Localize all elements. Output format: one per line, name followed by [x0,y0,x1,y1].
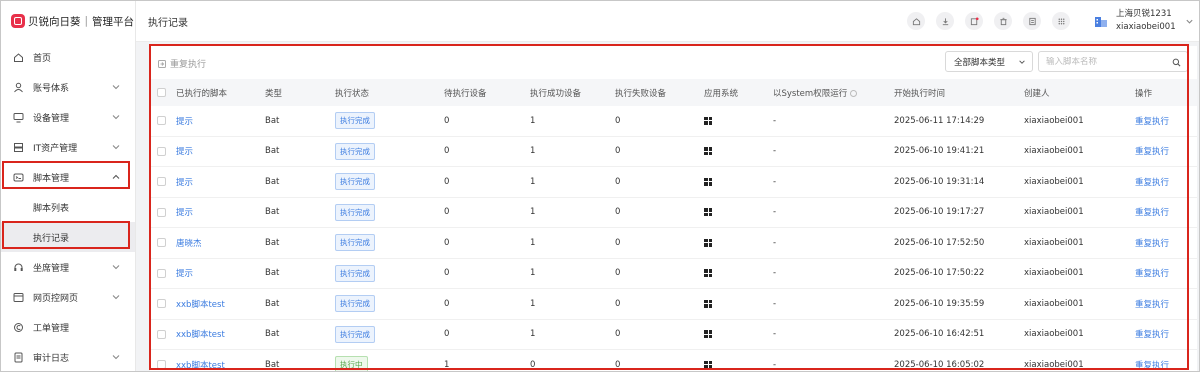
sidebar-item-5[interactable]: 坐席管理 [0,252,135,282]
sidebar-menu: 首页 账号体系 设备管理 IT资产管理 脚本管理 脚本列表 执行记录 坐席管理 … [0,42,135,372]
sidebar-item-2[interactable]: 设备管理 [0,102,135,132]
sidebar-item-7[interactable]: 工单管理 [0,312,135,342]
sidebar-item-6[interactable]: 网页控网页 [0,282,135,312]
page-title: 执行记录 [148,18,188,29]
download-icon[interactable] [936,12,954,30]
home-icon [12,51,24,63]
chevron-down-icon [1186,19,1193,24]
highlight-box-exec-record [2,221,130,249]
sidebar-item-label: IT资产管理 [33,143,78,154]
company-icon [1095,17,1107,27]
highlight-box-script-menu [2,161,130,189]
brand-separator: | [84,15,89,27]
highlight-box-table [149,44,1189,370]
sidebar-item-0[interactable]: 首页 [0,42,135,72]
sidebar-item-label: 工单管理 [33,323,70,334]
chevron-down-icon [112,115,120,120]
sidebar-item-8[interactable]: 审计日志 [0,342,135,372]
sidebar-item-1[interactable]: 账号体系 [0,72,135,102]
brand-name: 贝锐向日葵 [28,15,81,28]
sidebar-item-label: 首页 [33,53,52,64]
browser-icon [12,291,24,303]
sidebar-item-label: 账号体系 [33,83,70,94]
monitor-icon [12,111,24,123]
sidebar-item-3[interactable]: IT资产管理 [0,132,135,162]
chevron-down-icon [112,85,120,90]
user-account: xiaxiaobei001 [1116,22,1176,32]
apps-icon[interactable] [1052,12,1070,30]
ticket-icon [12,321,24,333]
brand-logo[interactable]: 贝锐向日葵 | 管理平台 [0,0,135,42]
delete-icon[interactable] [994,12,1012,30]
user-info: 上海贝锐1231 xiaxiaobei001 [1116,8,1176,34]
server-icon [12,141,24,153]
topbar: 执行记录 上海贝锐1231 xiaxiaobei001 [136,0,1200,42]
sidebar-subitem-label: 脚本列表 [33,203,70,214]
sidebar-subitem-0[interactable]: 脚本列表 [0,192,135,222]
user-org: 上海贝锐1231 [1116,9,1172,19]
sidebar-item-label: 设备管理 [33,113,70,124]
user-menu[interactable]: 上海贝锐1231 xiaxiaobei001 [1094,8,1194,34]
chevron-down-icon [112,355,120,360]
chevron-down-icon [112,145,120,150]
notification-icon[interactable] [965,12,983,30]
chevron-down-icon [112,265,120,270]
brand-sub: 管理平台 [92,15,135,28]
headset-icon [12,261,24,273]
document-icon[interactable] [1023,12,1041,30]
sidebar-item-label: 网页控网页 [33,293,79,304]
chevron-down-icon [112,295,120,300]
log-icon [12,351,24,363]
topbar-icons [907,12,1081,30]
logo-icon [11,14,25,28]
user-icon [12,81,24,93]
sidebar-item-label: 坐席管理 [33,263,70,274]
sidebar-item-label: 审计日志 [33,353,70,364]
home-icon[interactable] [907,12,925,30]
